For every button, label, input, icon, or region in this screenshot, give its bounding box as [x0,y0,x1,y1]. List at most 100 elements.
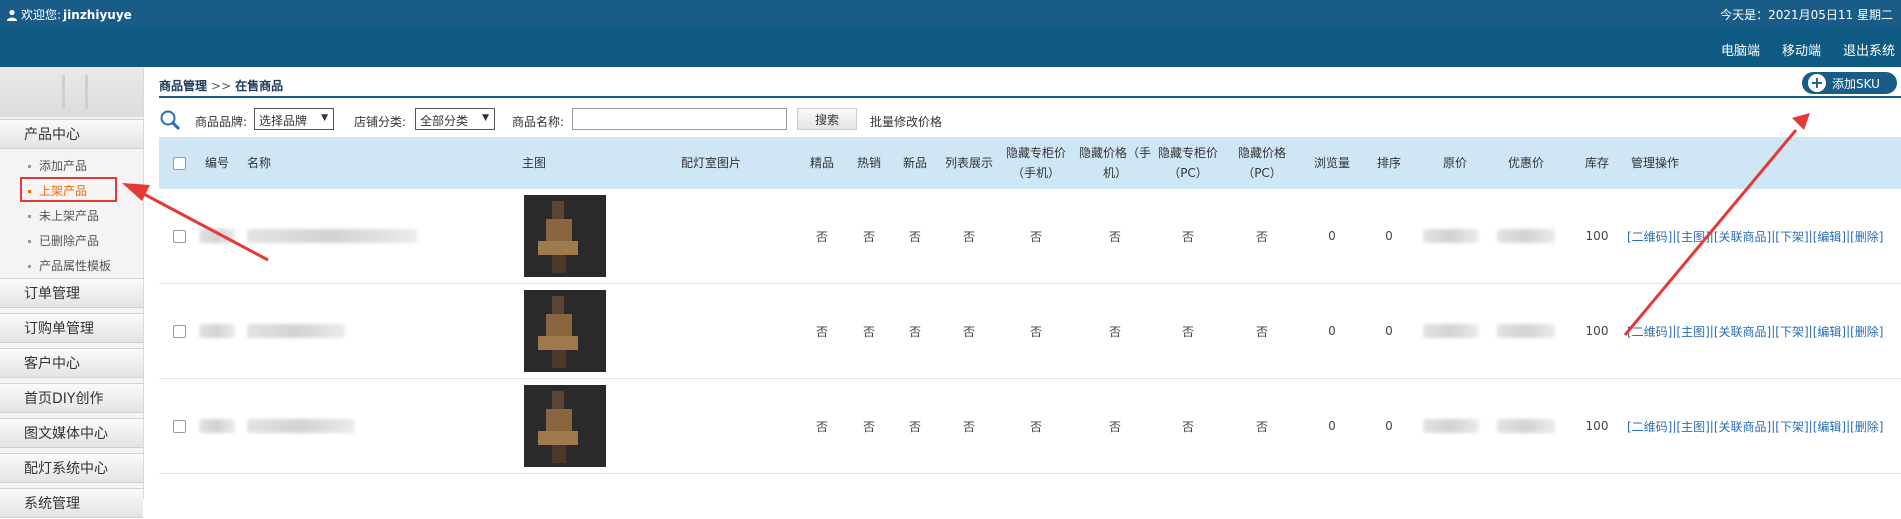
sidebar-group-product[interactable]: 产品中心 [0,119,143,149]
sidebar-item-label: 已删除产品 [39,234,100,248]
col-main-img: 主图 [521,156,546,170]
delete-link[interactable]: [删除] [1850,228,1883,245]
main-img-link[interactable]: [主图] [1676,418,1709,435]
row-name-blurred [247,324,345,338]
related-link[interactable]: [关联商品] [1714,228,1771,245]
brand-select-value: 选择品牌 [259,114,308,128]
sidebar-item-attribute-template[interactable]: 产品属性模板 [28,257,111,274]
brand-select[interactable]: 选择品牌 ▼ [254,108,334,130]
name-label: 商品名称: [512,115,565,129]
qrcode-link[interactable]: [二维码] [1627,228,1672,245]
row-flag-premium: 否 [815,419,828,434]
add-sku-label: 添加SKU [1832,76,1880,91]
sidebar-group-system[interactable]: 系统管理 [0,488,143,518]
row-flag-hide-price-mobile: 否 [1108,229,1121,244]
col-name: 名称 [246,156,271,170]
table-row: 否 否 否 否 否 否 否 否 0 0 100 [二维码] | [主图] | [关联商品] | [下架] | [编辑]… [159,379,1901,474]
batch-price-link[interactable]: 批量修改价格 [870,113,942,130]
row-flag-list-show: 否 [962,229,975,244]
row-flag-hide-counter-mobile: 否 [1029,419,1042,434]
delete-link[interactable]: [删除] [1850,323,1883,340]
sidebar-group-media[interactable]: 图文媒体中心 [0,418,143,448]
table-header: 编号 名称 主图 配灯室图片 精品 热销 新品 列表展示 隐藏专柜价（手机） 隐… [159,137,1901,189]
nav-link-logout[interactable]: 退出系统 [1843,40,1895,59]
row-flag-new: 否 [908,419,921,434]
nav-link-mobile[interactable]: 移动端 [1782,40,1821,59]
highlight-box [20,177,117,202]
row-stock: 100 [1585,229,1609,243]
sidebar-group-lamp-system[interactable]: 配灯系统中心 [0,453,143,483]
col-stock: 库存 [1584,156,1609,170]
edit-link[interactable]: [编辑] [1813,228,1846,245]
row-checkbox[interactable] [172,229,186,243]
row-sale-price-blurred [1497,229,1555,243]
breadcrumb-root[interactable]: 商品管理 [159,79,207,93]
row-flag-list-show: 否 [962,324,975,339]
main-img-link[interactable]: [主图] [1676,323,1709,340]
product-thumbnail[interactable] [524,195,606,277]
col-sale-price: 优惠价 [1507,156,1544,170]
user-icon [7,9,17,21]
sidebar-item-unlisted-product[interactable]: 未上架产品 [28,207,99,224]
related-link[interactable]: [关联商品] [1714,323,1771,340]
main-img-link[interactable]: [主图] [1676,228,1709,245]
unlist-link[interactable]: [下架] [1775,323,1808,340]
col-premium: 精品 [809,156,834,170]
product-name-input[interactable] [572,108,787,130]
sidebar-group-customer[interactable]: 客户中心 [0,348,143,378]
edit-link[interactable]: [编辑] [1813,323,1846,340]
qrcode-link[interactable]: [二维码] [1627,323,1672,340]
sidebar-item-label: 未上架产品 [39,209,100,223]
row-id-blurred [199,324,235,338]
sidebar-group-purchase-order[interactable]: 订购单管理 [0,313,143,343]
welcome-prefix: 欢迎您: [21,8,62,22]
edit-link[interactable]: [编辑] [1813,418,1846,435]
row-flag-premium: 否 [815,324,828,339]
breadcrumb: 商品管理 >> 在售商品 [159,77,283,94]
related-link[interactable]: [关联商品] [1714,418,1771,435]
product-thumbnail[interactable] [524,290,606,372]
row-checkbox[interactable] [172,324,186,338]
filter-bar: 商品品牌: 选择品牌 ▼ 店铺分类: 全部分类 ▼ 商品名称: 搜索 批量修改价格 [159,107,1901,133]
col-list-show: 列表展示 [944,156,993,170]
username: jinzhiyuye [63,7,132,22]
row-orig-price-blurred [1423,324,1479,338]
col-new: 新品 [902,156,927,170]
caret-down-icon: ▼ [482,113,489,123]
row-flag-hide-counter-pc: 否 [1181,419,1194,434]
delete-link[interactable]: [删除] [1850,418,1883,435]
brand-label: 商品品牌: [195,115,248,129]
date-text: 今天是：2021月05日11 星期二 [1720,8,1893,22]
sidebar-group-order[interactable]: 订单管理 [0,278,143,308]
row-sale-price-blurred [1497,324,1555,338]
breadcrumb-sep: >> [211,79,232,93]
col-orig-price: 原价 [1442,156,1467,170]
row-sort: 0 [1385,419,1393,433]
unlist-link[interactable]: [下架] [1775,228,1808,245]
sidebar-group-diy[interactable]: 首页DIY创作 [0,383,143,413]
sidebar-item-deleted-product[interactable]: 已删除产品 [28,232,99,249]
col-hide-price-mobile: 隐藏价格（手机） [1078,146,1151,180]
select-all-checkbox[interactable] [172,156,186,170]
row-flag-hide-counter-mobile: 否 [1029,324,1042,339]
row-flag-hide-price-pc: 否 [1255,229,1268,244]
qrcode-link[interactable]: [二维码] [1627,418,1672,435]
breadcrumb-current: 在售商品 [235,79,284,93]
nav-link-pc[interactable]: 电脑端 [1721,40,1760,59]
col-views: 浏览量 [1313,156,1350,170]
category-select[interactable]: 全部分类 ▼ [415,108,495,130]
plus-icon: + [1808,74,1826,92]
top-bar: 欢迎您: jinzhiyuye 今天是：2021月05日11 星期二 [0,0,1901,27]
category-select-value: 全部分类 [420,114,469,128]
row-flag-premium: 否 [815,229,828,244]
table-row: 否 否 否 否 否 否 否 否 0 0 100 [二维码] | [主图] | [关联商品] | [下架] | [编辑]… [159,284,1901,379]
caret-down-icon: ▼ [321,113,328,123]
row-checkbox[interactable] [172,419,186,433]
sidebar-item-add-product[interactable]: 添加产品 [28,157,87,174]
welcome-text: 欢迎您: jinzhiyuye [6,6,132,23]
product-thumbnail[interactable] [524,385,606,467]
add-sku-button[interactable]: + 添加SKU [1802,72,1897,94]
unlist-link[interactable]: [下架] [1775,418,1808,435]
search-button[interactable]: 搜索 [797,108,857,130]
row-flag-hide-counter-pc: 否 [1181,229,1194,244]
